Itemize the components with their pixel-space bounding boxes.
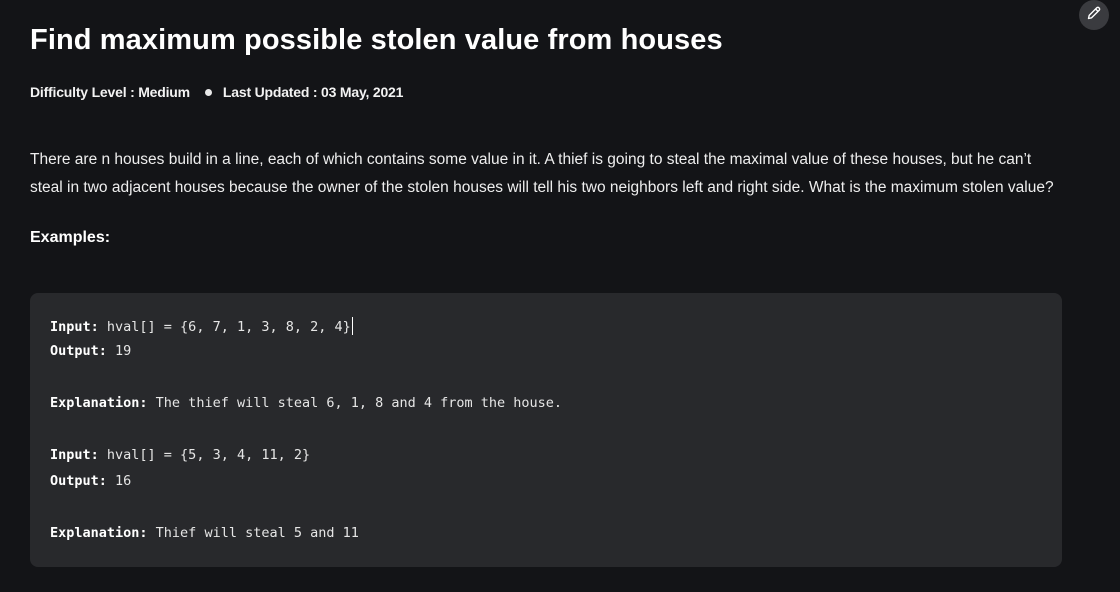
examples-code-block: Input: hval[] = {6, 7, 1, 3, 8, 2, 4} Ou…	[30, 293, 1062, 567]
difficulty-level: Difficulty Level : Medium	[30, 84, 190, 100]
input-label: Input:	[50, 447, 99, 463]
output-value: 16	[106, 473, 132, 489]
examples-heading: Examples:	[30, 229, 111, 246]
problem-description: There are n houses build in a line, each…	[30, 151, 1054, 196]
input-value: hval[] = {5, 3, 4, 11, 2}	[98, 447, 311, 463]
explanation-value: The thief will steal 6, 1, 8 and 4 from …	[147, 395, 563, 411]
input-value: hval[] = {6, 7, 1, 3, 8, 2, 4}	[98, 319, 351, 335]
example-2-output: Output: 16	[50, 473, 131, 489]
example-1-output: Output: 19	[50, 343, 131, 359]
explanation-label: Explanation:	[50, 525, 148, 541]
pencil-icon	[1086, 5, 1102, 26]
input-label: Input:	[50, 319, 99, 335]
last-updated: Last Updated : 03 May, 2021	[222, 84, 404, 100]
text-caret	[351, 317, 353, 335]
explanation-label: Explanation:	[50, 395, 148, 411]
output-label: Output:	[50, 473, 107, 489]
example-1-input: Input: hval[] = {6, 7, 1, 3, 8, 2, 4}	[50, 317, 353, 335]
explanation-value: Thief will steal 5 and 11	[147, 525, 359, 541]
bullet-separator	[204, 88, 212, 96]
article-meta: Difficulty Level : Medium Last Updated :…	[30, 84, 403, 100]
example-2-input: Input: hval[] = {5, 3, 4, 11, 2}	[50, 447, 310, 463]
example-2-explanation: Explanation: Thief will steal 5 and 11	[50, 525, 359, 541]
article-title: Find maximum possible stolen value from …	[30, 24, 723, 56]
output-value: 19	[106, 343, 132, 359]
output-label: Output:	[50, 343, 107, 359]
example-1-explanation: Explanation: The thief will steal 6, 1, …	[50, 395, 562, 411]
edit-button[interactable]	[1079, 0, 1109, 30]
